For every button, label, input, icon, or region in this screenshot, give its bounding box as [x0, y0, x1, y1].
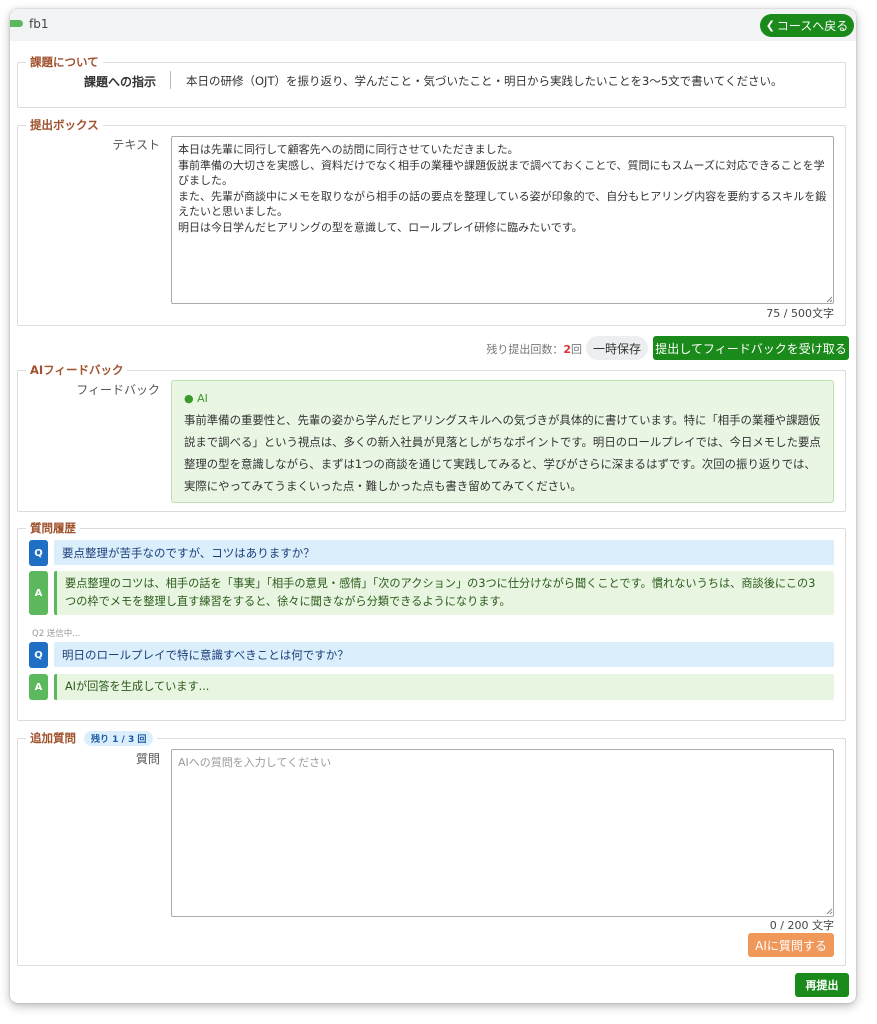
question-input[interactable]: AIへの質問を入力してください	[171, 749, 834, 917]
submission-textarea[interactable]: 本日は先輩に同行して顧客先への訪問に同行させていただきました。 事前準備の大切さ…	[171, 136, 834, 304]
feedback-legend: AIフィードバック	[30, 363, 124, 377]
assignment-label: 課題への指示	[83, 75, 156, 89]
green-tag-icon	[10, 20, 23, 27]
resize-handle-icon[interactable]	[826, 908, 833, 915]
followup-legend: 追加質問	[30, 731, 76, 745]
ask-ai-button[interactable]: AIに質問する	[748, 933, 834, 957]
feedback-label: フィードバック	[76, 383, 160, 397]
save-draft-button[interactable]: 一時保存	[586, 336, 648, 360]
history-question: 明日のロールプレイで特に意識すべきことは何ですか？	[54, 642, 834, 667]
question-label: 質問	[135, 752, 160, 766]
text-label: テキスト	[112, 138, 160, 152]
chevron-left-icon: ❮	[765, 19, 775, 32]
history-legend: 質問履歴	[30, 521, 76, 535]
title-bar: fb1 ❮ コースへ戻る	[10, 9, 856, 41]
remaining-prefix: 残り提出回数：	[486, 343, 564, 356]
back-to-course-label: コースへ戻る	[776, 19, 849, 33]
resubmit-button[interactable]: 再提出	[795, 973, 849, 997]
assignment-legend: 課題について	[30, 55, 99, 69]
answer-badge: A	[29, 674, 48, 700]
question-badge: Q	[29, 540, 48, 566]
remaining-suffix: 回	[571, 343, 582, 356]
assignment-card: fb1 ❮ コースへ戻る 課題について 課題への指示 本日の研修（OJT）を振り…	[10, 9, 856, 1003]
submission-legend: 提出ボックス	[30, 118, 99, 132]
submit-feedback-button[interactable]: 提出してフィードバックを受け取る	[653, 336, 849, 360]
question-counter: 0 / 200 文字	[769, 919, 834, 932]
resize-handle-icon[interactable]	[826, 296, 833, 303]
history-question: 要点整理が苦手なのですが、コツはありますか？	[54, 540, 834, 565]
submission-counter: 75 / 500文字	[766, 307, 834, 320]
remaining-submissions: 残り提出回数：2回	[480, 341, 582, 357]
ai-source-label: AI	[197, 392, 208, 405]
remaining-questions-badge: 残り 1 / 3 回	[84, 731, 154, 746]
answer-badge: A	[29, 571, 48, 615]
ai-source: ● AI	[184, 389, 821, 409]
question-badge: Q	[29, 642, 48, 668]
assignment-instruction: 本日の研修（OJT）を振り返り、学んだこと・気づいたこと・明日から実践したいこと…	[186, 74, 783, 88]
divider	[170, 71, 171, 89]
history-answer: 要点整理のコツは、相手の話を「事実」「相手の意見・感情」「次のアクション」の3つ…	[54, 571, 834, 615]
history-answer-pending: AIが回答を生成しています...	[54, 674, 834, 700]
remaining-count: 2	[563, 343, 571, 356]
page-title: fb1	[29, 17, 49, 31]
feedback-box: ● AI 事前準備の重要性と、先輩の姿から学んだヒアリングスキルへの気づきが具体…	[171, 380, 834, 503]
back-to-course-button[interactable]: ❮ コースへ戻る	[760, 14, 854, 37]
feedback-text: 事前準備の重要性と、先輩の姿から学んだヒアリングスキルへの気づきが具体的に書けて…	[184, 413, 821, 493]
sending-status: Q2 送信中...	[32, 629, 81, 639]
followup-legend-wrap: 追加質問 残り 1 / 3 回	[26, 730, 157, 746]
status-dot-icon: ●	[184, 392, 194, 405]
